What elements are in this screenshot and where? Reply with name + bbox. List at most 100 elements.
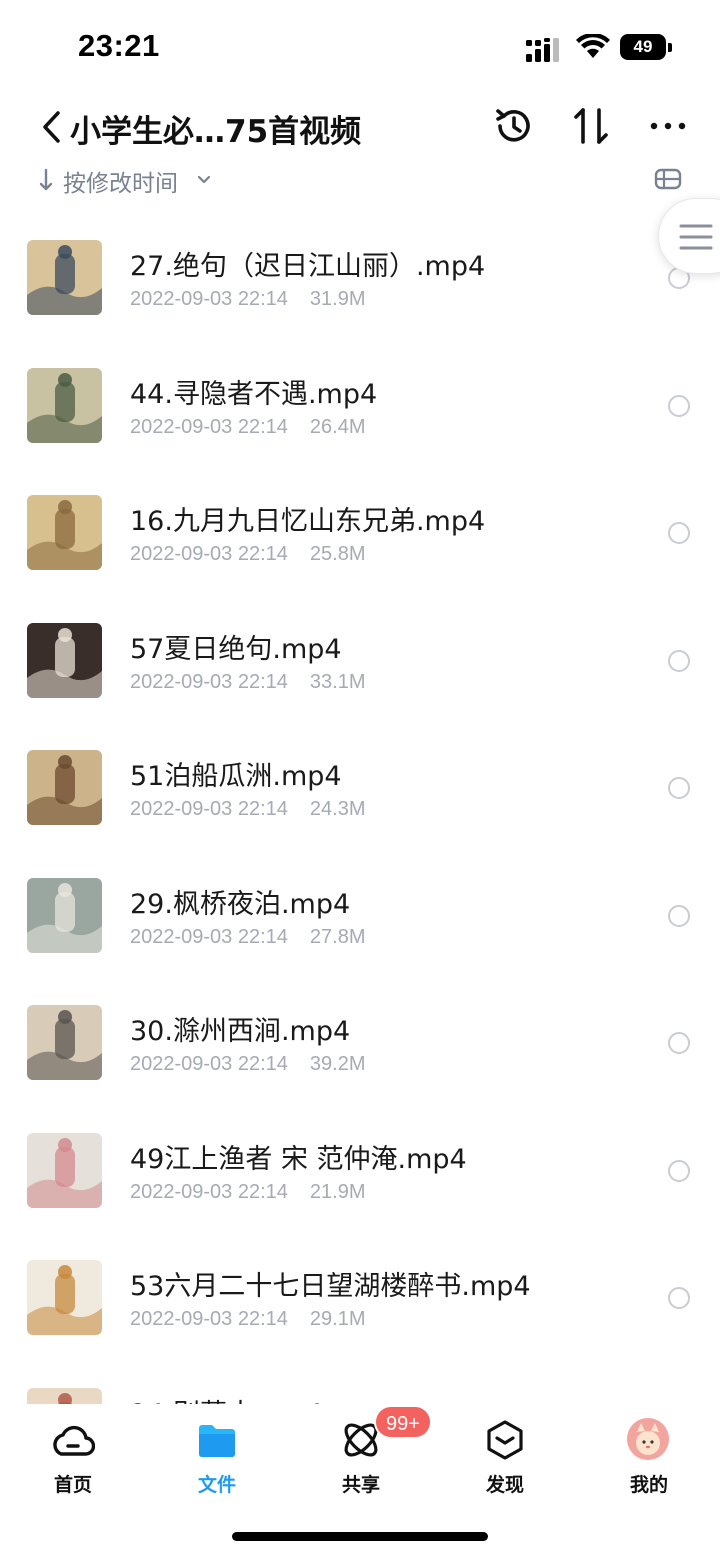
file-meta: 2022-09-03 22:14 21.9M [130, 1181, 366, 1204]
sort-order-icon[interactable] [570, 104, 614, 148]
status-bar: 23:21 49 [0, 0, 720, 90]
status-time: 23:21 [78, 28, 160, 63]
view-mode-icon[interactable] [654, 167, 682, 191]
battery-level: 49 [620, 34, 666, 60]
sort-down-arrow-icon [39, 168, 53, 191]
file-name: 24.别董大.mp4 [130, 1392, 323, 1405]
battery-indicator: 49 [620, 34, 672, 60]
file-row[interactable]: 30.滁州西涧.mp4 2022-09-03 22:14 39.2M [0, 979, 720, 1106]
file-row[interactable]: 29.枫桥夜泊.mp4 2022-09-03 22:14 27.8M [0, 852, 720, 979]
file-size: 29.1M [309, 1308, 366, 1330]
video-thumbnail [27, 622, 102, 698]
tab-home-label: 首页 [53, 1474, 92, 1496]
battery-cap [668, 43, 672, 52]
tab-mine[interactable]: 我的 [594, 1418, 704, 1498]
file-meta: 2022-09-03 22:14 31.9M [130, 288, 366, 311]
header: 小学生必…75首视频 [0, 98, 720, 158]
file-list: 27.绝句（迟日江山丽）.mp4 2022-09-03 22:14 31.9M 44.… [0, 214, 720, 1404]
cellular-signal-icon [526, 38, 559, 62]
file-row[interactable]: 53六月二十七日望湖楼醉书.mp4 2022-09-03 22:14 29.1M [0, 1234, 720, 1361]
video-thumbnail [27, 495, 102, 570]
file-name: 57夏日绝句.mp4 [130, 633, 342, 665]
tab-files-label: 文件 [197, 1474, 236, 1496]
file-row[interactable]: 27.绝句（迟日江山丽）.mp4 2022-09-03 22:14 31.9M [0, 214, 720, 341]
folder-icon [199, 1425, 235, 1457]
back-chevron-icon[interactable] [40, 110, 62, 144]
sort-label: 按修改时间 [63, 171, 178, 197]
tab-discover[interactable]: 发现 [450, 1418, 560, 1498]
file-date: 2022-09-03 22:14 [130, 670, 288, 693]
file-name: 27.绝句（迟日江山丽）.mp4 [130, 251, 486, 282]
tab-share-label: 共享 [341, 1474, 380, 1496]
file-name: 29.枫桥夜泊.mp4 [130, 888, 351, 920]
tab-home[interactable]: 首页 [18, 1418, 128, 1498]
file-meta: 2022-09-03 22:14 25.8M [130, 543, 366, 566]
file-date: 2022-09-03 22:14 [130, 415, 288, 438]
file-name: 16.九月九日忆山东兄弟.mp4 [130, 506, 486, 537]
video-thumbnail [27, 367, 102, 443]
file-row[interactable]: 24.别董大.mp4 [0, 1362, 720, 1405]
select-checkbox[interactable] [668, 394, 690, 417]
file-meta: 2022-09-03 22:14 27.8M [130, 926, 366, 949]
video-thumbnail [27, 1005, 102, 1080]
tab-files[interactable]: 文件 [162, 1418, 272, 1498]
select-checkbox[interactable] [668, 1159, 690, 1182]
file-size: 21.9M [309, 1180, 366, 1203]
wifi-icon [576, 34, 610, 58]
file-size: 31.9M [309, 288, 366, 310]
page-title: 小学生必…75首视频 [70, 114, 362, 150]
select-checkbox[interactable] [668, 1287, 690, 1309]
file-row[interactable]: 44.寻隐者不遇.mp4 2022-09-03 22:14 26.4M [0, 342, 720, 469]
file-date: 2022-09-03 22:14 [130, 1180, 288, 1203]
sort-selector[interactable]: 按修改时间 [0, 162, 720, 198]
menu-lines-icon [679, 224, 713, 250]
file-meta: 2022-09-03 22:14 33.1M [130, 671, 366, 694]
select-checkbox[interactable] [668, 522, 690, 544]
file-name: 49江上渔者 宋 范仲淹.mp4 [130, 1143, 467, 1175]
video-thumbnail [27, 877, 102, 953]
file-size: 26.4M [309, 415, 366, 438]
file-meta: 2022-09-03 22:14 39.2M [130, 1053, 366, 1076]
file-name: 44.寻隐者不遇.mp4 [130, 378, 378, 410]
file-meta: 2022-09-03 22:14 26.4M [130, 416, 366, 439]
select-checkbox[interactable] [668, 649, 690, 672]
file-date: 2022-09-03 22:14 [130, 1308, 288, 1330]
video-thumbnail [27, 240, 102, 315]
file-row[interactable]: 51泊船瓜洲.mp4 2022-09-03 22:14 24.3M [0, 724, 720, 851]
file-meta: 2022-09-03 22:14 24.3M [130, 798, 366, 821]
history-icon[interactable] [492, 104, 536, 148]
select-checkbox[interactable] [668, 777, 690, 799]
tab-discover-label: 发现 [485, 1474, 524, 1496]
file-size: 25.8M [309, 543, 366, 565]
video-thumbnail [27, 750, 102, 825]
file-row[interactable]: 49江上渔者 宋 范仲淹.mp4 2022-09-03 22:14 21.9M [0, 1107, 720, 1234]
file-name: 51泊船瓜洲.mp4 [130, 761, 342, 792]
file-size: 33.1M [309, 670, 366, 693]
file-date: 2022-09-03 22:14 [130, 1053, 288, 1075]
chevron-down-icon [197, 175, 211, 184]
video-thumbnail [27, 1260, 102, 1335]
file-row[interactable]: 16.九月九日忆山东兄弟.mp4 2022-09-03 22:14 25.8M [0, 469, 720, 596]
video-thumbnail [27, 1387, 102, 1404]
home-indicator [232, 1532, 488, 1541]
select-checkbox[interactable] [668, 1032, 690, 1054]
file-date: 2022-09-03 22:14 [130, 288, 288, 310]
file-meta: 2022-09-03 22:14 29.1M [130, 1308, 366, 1331]
tab-mine-label: 我的 [629, 1474, 668, 1496]
file-size: 27.8M [309, 925, 366, 948]
cloud-icon [53, 1425, 95, 1456]
file-date: 2022-09-03 22:14 [130, 798, 288, 820]
file-size: 39.2M [309, 1053, 366, 1075]
file-date: 2022-09-03 22:14 [130, 925, 288, 948]
discover-cube-icon [487, 1420, 523, 1460]
more-options-icon[interactable] [646, 104, 690, 148]
file-name: 30.滁州西涧.mp4 [130, 1016, 351, 1047]
file-date: 2022-09-03 22:14 [130, 543, 288, 565]
file-size: 24.3M [309, 798, 366, 820]
avatar [627, 1418, 669, 1460]
file-name: 53六月二十七日望湖楼醉书.mp4 [130, 1271, 531, 1302]
share-notification-badge: 99+ [374, 1405, 432, 1439]
file-row[interactable]: 57夏日绝句.mp4 2022-09-03 22:14 33.1M [0, 597, 720, 724]
select-checkbox[interactable] [668, 904, 690, 927]
video-thumbnail [27, 1132, 102, 1208]
